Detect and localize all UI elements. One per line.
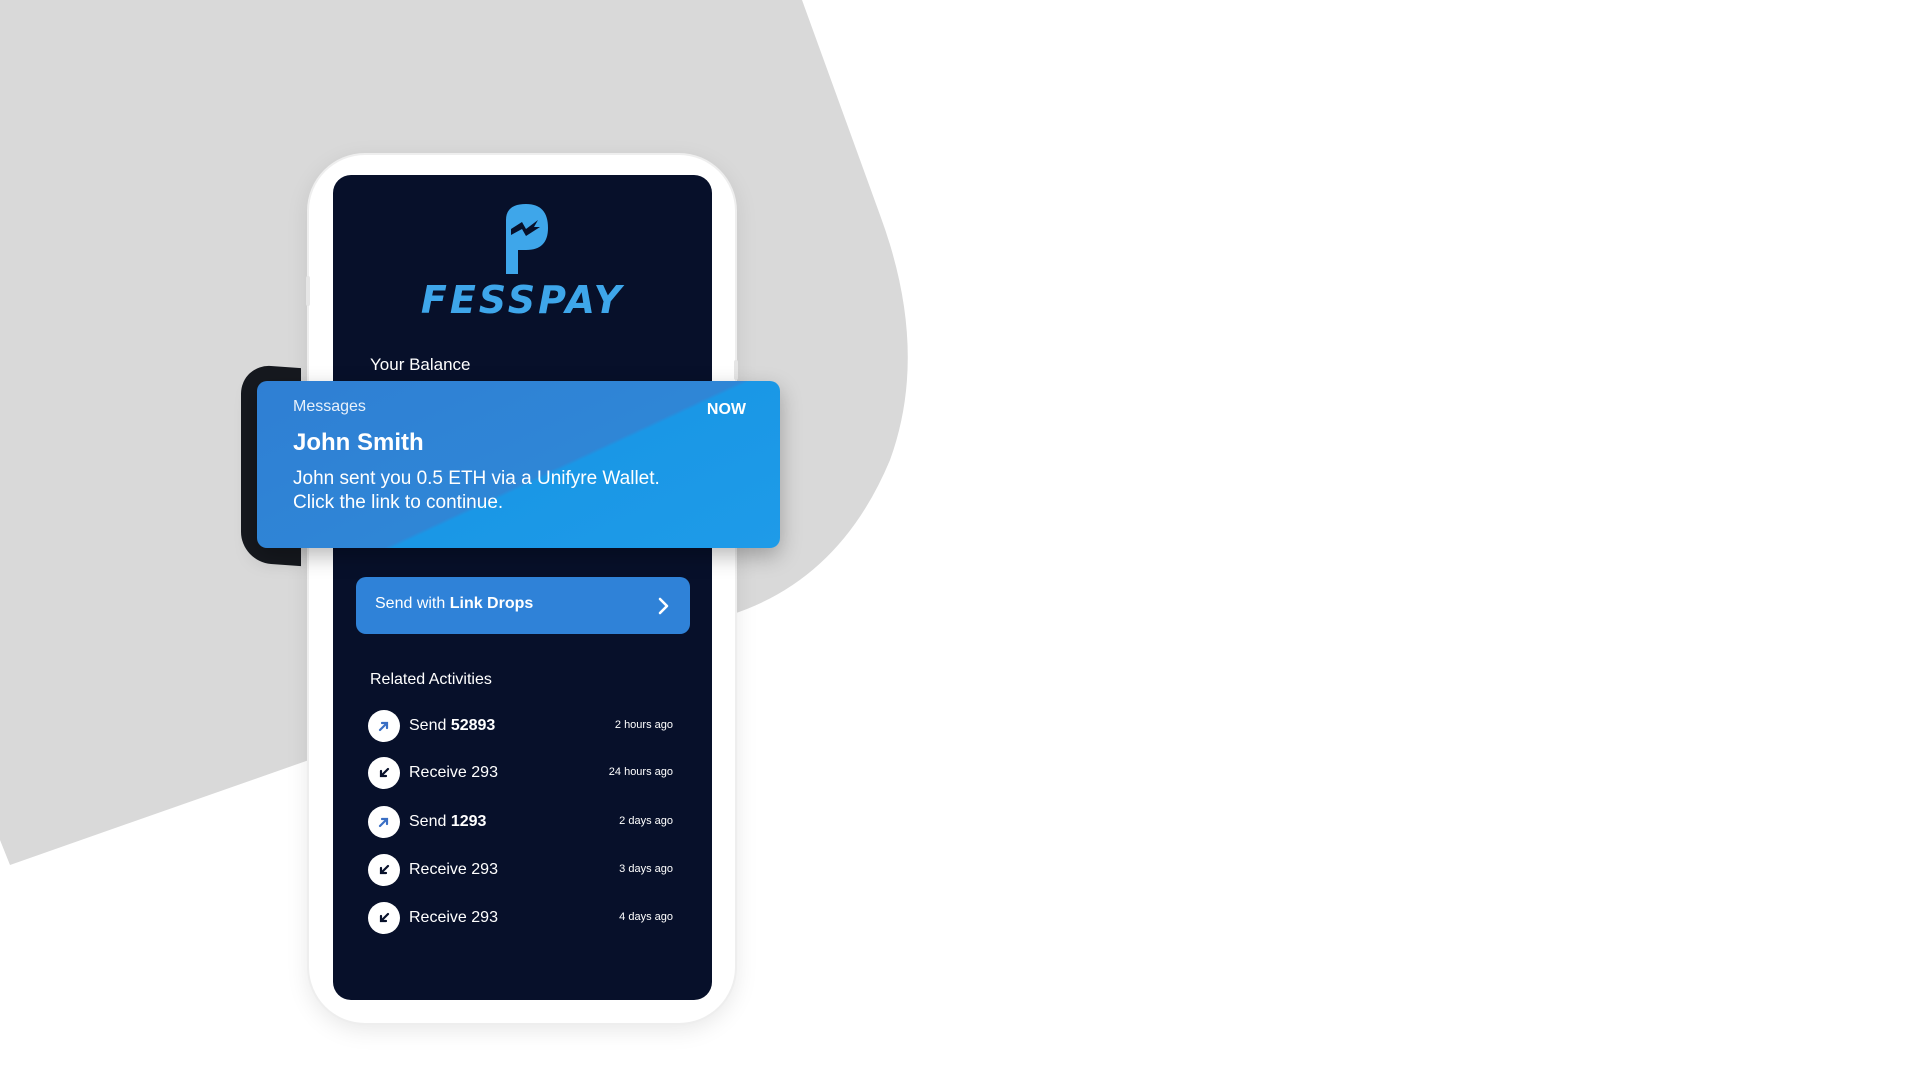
phone-side-button [734, 360, 738, 380]
send-button-emphasis: Link Drops [449, 595, 534, 612]
send-button-prefix: Send with [375, 595, 450, 612]
phone-side-button [306, 276, 310, 306]
activity-time: 2 hours ago [614, 719, 673, 731]
arrow-down-left-icon [368, 757, 400, 789]
activity-row[interactable]: Receive 293 24 hours ago [368, 757, 673, 791]
notification-body-line: Click the link to continue. [293, 492, 504, 513]
activity-row[interactable]: Receive 293 3 days ago [368, 854, 673, 888]
activity-time: 3 days ago [619, 863, 673, 875]
activity-type: Receive [409, 909, 467, 926]
brand-name: FESSPAY [420, 278, 625, 322]
arrow-up-right-icon [368, 806, 400, 838]
activity-row[interactable]: Send 52893 2 hours ago [368, 710, 673, 744]
arrow-up-right-icon [368, 710, 400, 742]
activity-amount: 293 [471, 861, 498, 878]
notification-body: John sent you 0.5 ETH via a Unifyre Wall… [293, 467, 753, 515]
activity-label: Send 52893 [409, 717, 495, 735]
activity-type: Send [409, 717, 447, 734]
notification-sender: John Smith [293, 429, 424, 456]
chevron-right-icon [658, 597, 669, 615]
activity-label: Send 1293 [409, 813, 486, 831]
activity-amount: 293 [471, 764, 498, 781]
arrow-down-left-icon [368, 902, 400, 934]
related-activities-title: Related Activities [370, 671, 492, 688]
balance-label: Your Balance [370, 355, 471, 374]
activity-amount: 1293 [450, 813, 487, 830]
notification-body-line: John sent you 0.5 ETH via a Unifyre Wall… [293, 468, 660, 489]
activity-amount: 52893 [450, 717, 496, 734]
arrow-down-left-icon [368, 854, 400, 886]
activity-time: 2 days ago [619, 815, 673, 827]
send-button-label: Send with Link Drops [375, 595, 533, 613]
activity-amount: 293 [471, 909, 498, 926]
activity-time: 4 days ago [619, 911, 673, 923]
stage: FESSPAY Your Balance Messages NOW John S… [0, 0, 1920, 1080]
notification-app-name: Messages [293, 398, 366, 415]
send-with-link-drops-button[interactable]: Send with Link Drops [356, 577, 690, 634]
message-notification[interactable]: Messages NOW John Smith John sent you 0.… [257, 381, 780, 548]
fesspay-logo-icon [506, 204, 548, 274]
activity-type: Receive [409, 861, 467, 878]
activity-type: Receive [409, 764, 467, 781]
activity-row[interactable]: Send 1293 2 days ago [368, 806, 673, 840]
activity-type: Send [409, 813, 447, 830]
activity-label: Receive 293 [409, 764, 498, 782]
notification-time: NOW [706, 401, 746, 418]
activity-row[interactable]: Receive 293 4 days ago [368, 902, 673, 936]
activity-label: Receive 293 [409, 909, 498, 927]
activity-label: Receive 293 [409, 861, 498, 879]
activity-time: 24 hours ago [608, 766, 673, 778]
